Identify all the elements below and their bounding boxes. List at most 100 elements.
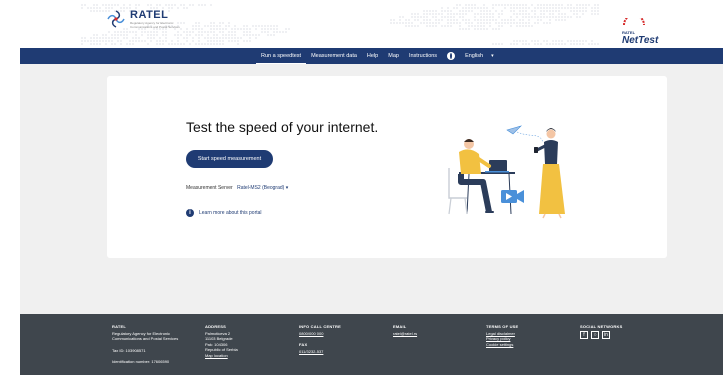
- start-measurement-button[interactable]: Start speed measurement: [186, 150, 273, 168]
- map-dot: [177, 31, 179, 33]
- map-dot: [231, 40, 233, 42]
- instagram-icon[interactable]: ○: [591, 330, 599, 339]
- map-dot: [546, 4, 548, 6]
- map-dot: [450, 25, 452, 27]
- map-dot: [516, 40, 518, 42]
- map-dot: [447, 22, 449, 24]
- map-dot: [540, 4, 542, 6]
- map-dot: [222, 31, 224, 33]
- map-dot: [564, 16, 566, 18]
- map-dot: [123, 34, 125, 36]
- map-dot: [465, 7, 467, 9]
- nav-map[interactable]: Map: [383, 48, 404, 64]
- map-dot: [498, 43, 500, 45]
- facebook-icon[interactable]: f: [580, 330, 588, 339]
- map-dot: [525, 22, 527, 24]
- map-dot: [174, 4, 176, 6]
- map-dot: [477, 22, 479, 24]
- map-dot: [171, 40, 173, 42]
- map-dot: [201, 34, 203, 36]
- linkedin-icon[interactable]: in: [602, 330, 610, 339]
- map-dot: [447, 19, 449, 21]
- map-dot: [474, 25, 476, 27]
- footer-social-title: SOCIAL NETWORKS: [580, 324, 623, 329]
- map-dot: [537, 4, 539, 6]
- map-dot: [492, 13, 494, 15]
- footer-email-link[interactable]: ratel@ratel.rs: [393, 331, 417, 337]
- map-dot: [522, 13, 524, 15]
- map-dot: [243, 25, 245, 27]
- map-dot: [207, 25, 209, 27]
- map-dot: [495, 10, 497, 12]
- map-dot: [537, 43, 539, 45]
- map-dot: [183, 31, 185, 33]
- map-dot: [462, 28, 464, 30]
- map-dot: [414, 13, 416, 15]
- map-dot: [546, 40, 548, 42]
- footer-map-location-link[interactable]: Map location: [205, 353, 238, 359]
- map-dot: [528, 22, 530, 24]
- map-dot: [138, 37, 140, 39]
- map-dot: [450, 10, 452, 12]
- map-dot: [231, 31, 233, 33]
- map-dot: [540, 43, 542, 45]
- map-dot: [483, 10, 485, 12]
- map-dot: [138, 40, 140, 42]
- map-dot: [441, 19, 443, 21]
- map-dot: [555, 19, 557, 21]
- map-dot: [249, 40, 251, 42]
- footer-ratel-line2: Communications and Postal Services: [112, 336, 179, 341]
- map-dot: [408, 25, 410, 27]
- map-dot: [261, 25, 263, 27]
- nav-help[interactable]: Help: [362, 48, 383, 64]
- map-dot: [141, 31, 143, 33]
- map-dot: [114, 43, 116, 45]
- map-dot: [513, 22, 515, 24]
- map-dot: [192, 28, 194, 30]
- map-dot: [543, 16, 545, 18]
- map-dot: [198, 37, 200, 39]
- nav-instructions[interactable]: Instructions: [404, 48, 442, 64]
- map-dot: [558, 13, 560, 15]
- map-dot: [105, 4, 107, 6]
- footer-fax-value[interactable]: 011/3232-537: [299, 349, 341, 355]
- map-dot: [531, 10, 533, 12]
- map-dot: [567, 16, 569, 18]
- map-dot: [477, 7, 479, 9]
- map-dot: [438, 19, 440, 21]
- map-dot: [105, 40, 107, 42]
- ratel-logo[interactable]: RATEL Regulatory Agency for Electronic C…: [106, 9, 182, 29]
- nettest-logo[interactable]: RATEL NetTest: [622, 12, 658, 46]
- map-dot: [501, 4, 503, 6]
- map-dot: [183, 22, 185, 24]
- footer-cookie-settings-link[interactable]: Cookie settings: [486, 342, 518, 348]
- map-dot: [534, 16, 536, 18]
- map-dot: [591, 43, 593, 45]
- map-dot: [393, 19, 395, 21]
- footer-col-email: EMAIL ratel@ratel.rs: [393, 324, 417, 336]
- map-dot: [525, 10, 527, 12]
- language-selector[interactable]: English ▾: [442, 48, 499, 64]
- map-dot: [576, 13, 578, 15]
- map-dot: [270, 34, 272, 36]
- learn-more-link[interactable]: Learn more about this portal: [199, 210, 262, 216]
- map-dot: [132, 31, 134, 33]
- nav-run-speedtest[interactable]: Run a speedtest: [256, 48, 307, 64]
- map-dot: [471, 4, 473, 6]
- map-dot: [147, 43, 149, 45]
- map-dot: [408, 19, 410, 21]
- map-dot: [162, 31, 164, 33]
- map-dot: [135, 4, 137, 6]
- map-dot: [210, 31, 212, 33]
- map-dot: [96, 4, 98, 6]
- map-dot: [225, 28, 227, 30]
- map-dot: [552, 13, 554, 15]
- map-dot: [441, 7, 443, 9]
- nav-measurement-data[interactable]: Measurement data: [306, 48, 362, 64]
- server-select[interactable]: Ratel-MS2 (Beograd) ▾: [237, 185, 288, 191]
- map-dot: [144, 40, 146, 42]
- map-dot: [246, 25, 248, 27]
- map-dot: [558, 40, 560, 42]
- map-dot: [198, 28, 200, 30]
- map-dot: [273, 31, 275, 33]
